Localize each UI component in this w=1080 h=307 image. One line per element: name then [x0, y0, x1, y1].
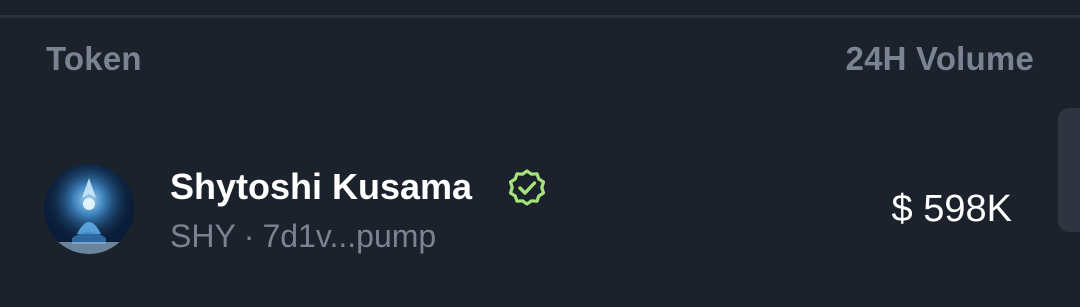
avatar-image — [44, 164, 134, 254]
token-list-page: Token 24H Volume Shytoshi Kusama SHY · 7… — [0, 0, 1080, 307]
column-header-token[interactable]: Token — [46, 40, 142, 78]
verified-badge-icon — [508, 169, 546, 206]
token-subtitle: SHY · 7d1v...pump — [170, 218, 436, 255]
token-address[interactable]: 7d1v...pump — [262, 218, 436, 254]
top-divider — [0, 15, 1080, 18]
token-symbol: SHY — [170, 218, 236, 254]
token-volume: $ 598K — [891, 188, 1012, 230]
scrollbar-thumb[interactable] — [1058, 108, 1080, 232]
token-row[interactable]: Shytoshi Kusama SHY · 7d1v...pump $ 598K — [0, 150, 1080, 270]
token-name: Shytoshi Kusama — [170, 166, 473, 207]
subtitle-separator: · — [243, 218, 255, 254]
column-header-volume[interactable]: 24H Volume — [846, 40, 1034, 78]
token-avatar — [44, 164, 134, 254]
